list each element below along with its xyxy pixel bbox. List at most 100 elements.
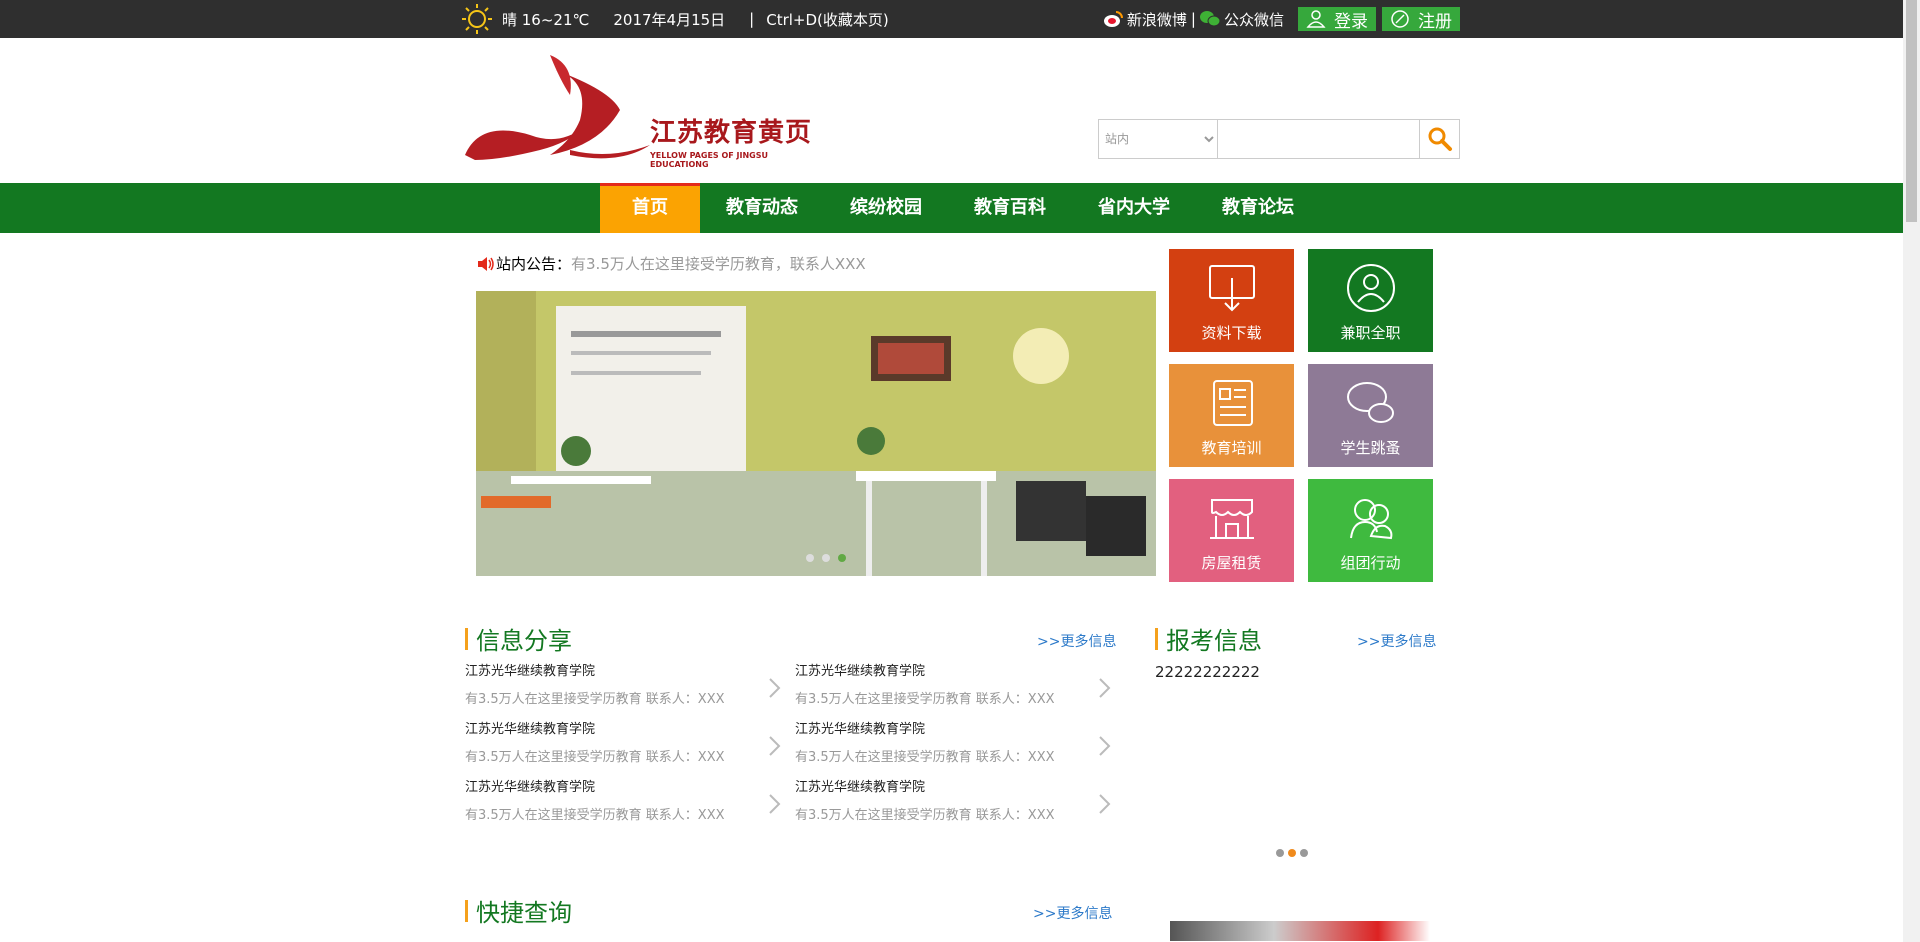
nav-item-encyclopedia[interactable]: 教育百科 <box>948 183 1072 233</box>
tile-group[interactable]: 组团行动 <box>1308 479 1433 582</box>
item-title: 江苏光华继续教育学院 <box>465 664 596 679</box>
main-nav: 首页 教育动态 缤纷校园 教育百科 省内大学 教育论坛 <box>0 183 1920 233</box>
chevron-right-icon <box>1099 678 1111 698</box>
login-button[interactable]: 登录 <box>1298 7 1376 32</box>
list-item[interactable]: 江苏光华继续教育学院 有3.5万人在这里接受学历教育 联系人：XXX <box>795 663 1125 709</box>
quick-title-text: 快捷查询 <box>476 899 572 927</box>
search-bar: 站内 <box>1098 119 1460 159</box>
slider-dot-active[interactable] <box>1288 849 1296 857</box>
slider-dot[interactable] <box>806 554 814 562</box>
wechat-icon <box>1199 11 1220 27</box>
site-logo[interactable]: 江苏教育黄页 YELLOW PAGES OF JINGSU EDUCATIONG <box>460 50 820 170</box>
list-item[interactable]: 江苏光华继续教育学院 有3.5万人在这里接受学历教育 联系人：XXX <box>465 721 795 767</box>
banner-slider[interactable] <box>476 291 1156 576</box>
nav-item-campus[interactable]: 缤纷校园 <box>824 183 948 233</box>
nav-item-news[interactable]: 教育动态 <box>700 183 824 233</box>
item-desc: 有3.5万人在这里接受学历教育 联系人：XXX <box>795 692 1055 707</box>
thumbnail-image[interactable] <box>1170 921 1430 941</box>
scrollbar-thumb[interactable] <box>1906 0 1917 222</box>
chevron-right-icon <box>769 736 781 756</box>
title-accent-bar <box>465 899 468 922</box>
chevron-right-icon <box>1099 736 1111 756</box>
logo-en-text: YELLOW PAGES OF JINGSU EDUCATIONG <box>650 151 768 169</box>
speaker-icon <box>478 256 494 271</box>
tile-label: 组团行动 <box>1340 554 1401 572</box>
group-icon <box>1349 499 1392 540</box>
chevron-right-icon <box>769 678 781 698</box>
quick-section-title: 快捷查询 <box>465 893 572 928</box>
exam-more-link[interactable]: >>更多信息 <box>1357 631 1436 651</box>
list-item[interactable]: 江苏光华继续教育学院 有3.5万人在这里接受学历教育 联系人：XXX <box>795 779 1125 825</box>
sun-icon <box>462 4 492 34</box>
login-label: 登录 <box>1334 11 1368 32</box>
slider-dots <box>806 554 846 562</box>
exam-slider-dots <box>1276 849 1308 857</box>
tile-flea-market[interactable]: 学生跳蚤 <box>1308 364 1433 467</box>
tile-label: 房屋租赁 <box>1201 554 1262 572</box>
info-list: 江苏光华继续教育学院 有3.5万人在这里接受学历教育 联系人：XXX 江苏光华继… <box>465 663 1125 825</box>
separator: | <box>749 10 755 28</box>
chat-bubbles-icon <box>1346 382 1394 423</box>
quick-tiles: 资料下载 兼职全职 教育培训 学生跳蚤 房屋租赁 组团行动 <box>1169 249 1433 582</box>
nav-item-forum[interactable]: 教育论坛 <box>1196 183 1320 233</box>
search-button[interactable] <box>1420 119 1460 159</box>
tile-download[interactable]: 资料下载 <box>1169 249 1294 352</box>
item-title: 江苏光华继续教育学院 <box>795 722 926 737</box>
divider: | <box>1190 10 1196 28</box>
weibo-link[interactable]: 新浪微博 <box>1127 9 1187 30</box>
info-more-link[interactable]: >>更多信息 <box>1037 631 1116 651</box>
info-title-text: 信息分享 <box>476 627 572 655</box>
search-input[interactable] <box>1218 119 1420 159</box>
tile-label: 学生跳蚤 <box>1340 439 1401 457</box>
tile-label: 资料下载 <box>1201 324 1262 342</box>
notice-label: 站内公告： <box>496 255 572 273</box>
weibo-icon <box>1103 11 1123 27</box>
register-label: 注册 <box>1418 11 1452 32</box>
info-section-title: 信息分享 <box>465 621 572 656</box>
newspaper-icon <box>1212 380 1253 426</box>
register-button[interactable]: 注册 <box>1382 7 1460 32</box>
user-icon <box>1306 10 1326 28</box>
bookmark-link[interactable]: Ctrl+D(收藏本页) <box>766 9 889 30</box>
date-text: 2017年4月15日 <box>613 10 726 29</box>
logo-cn-text: 江苏教育黄页 <box>650 118 813 148</box>
slider-dot[interactable] <box>1276 849 1284 857</box>
main-content: 站内公告： 有3.5万人在这里接受学历教育，联系人XXX 资料下载 兼职全职 教… <box>460 233 1460 941</box>
nav-item-universities[interactable]: 省内大学 <box>1072 183 1196 233</box>
wechat-link[interactable]: 公众微信 <box>1224 9 1284 30</box>
search-icon <box>1428 127 1452 151</box>
storefront-icon <box>1209 499 1254 539</box>
search-scope-select[interactable]: 站内 <box>1098 119 1218 159</box>
slider-dot[interactable] <box>822 554 830 562</box>
item-title: 江苏光华继续教育学院 <box>465 780 596 795</box>
notice-message[interactable]: 有3.5万人在这里接受学历教育，联系人XXX <box>571 253 866 274</box>
nav-item-home[interactable]: 首页 <box>600 183 700 233</box>
tile-jobs[interactable]: 兼职全职 <box>1308 249 1433 352</box>
exam-content: 22222222222 <box>1155 663 1260 681</box>
slider-dot[interactable] <box>1300 849 1308 857</box>
tile-label: 兼职全职 <box>1340 324 1401 342</box>
quick-more-link[interactable]: >>更多信息 <box>1033 903 1112 923</box>
banner-image <box>476 291 1156 576</box>
list-item[interactable]: 江苏光华继续教育学院 有3.5万人在这里接受学历教育 联系人：XXX <box>465 779 795 825</box>
edit-icon <box>1391 10 1409 28</box>
item-desc: 有3.5万人在这里接受学历教育 联系人：XXX <box>465 692 725 707</box>
weather-text: 晴 16~21℃ <box>502 10 590 29</box>
tile-training[interactable]: 教育培训 <box>1169 364 1294 467</box>
slider-dot-active[interactable] <box>838 554 846 562</box>
chevron-right-icon <box>1099 794 1111 814</box>
download-icon <box>1208 265 1255 312</box>
exam-section-title: 报考信息 <box>1155 621 1262 656</box>
list-item[interactable]: 江苏光华继续教育学院 有3.5万人在这里接受学历教育 联系人：XXX <box>465 663 795 709</box>
tile-label: 教育培训 <box>1201 439 1262 457</box>
page-scrollbar[interactable] <box>1903 0 1920 942</box>
item-desc: 有3.5万人在这里接受学历教育 联系人：XXX <box>795 750 1055 765</box>
title-accent-bar <box>1155 627 1158 650</box>
top-bar: 晴 16~21℃ 2017年4月15日 | Ctrl+D(收藏本页) 新浪微博 … <box>0 0 1920 38</box>
item-title: 江苏光华继续教育学院 <box>795 664 926 679</box>
item-title: 江苏光华继续教育学院 <box>465 722 596 737</box>
chevron-right-icon <box>769 794 781 814</box>
item-desc: 有3.5万人在这里接受学历教育 联系人：XXX <box>465 750 725 765</box>
tile-rental[interactable]: 房屋租赁 <box>1169 479 1294 582</box>
list-item[interactable]: 江苏光华继续教育学院 有3.5万人在这里接受学历教育 联系人：XXX <box>795 721 1125 767</box>
